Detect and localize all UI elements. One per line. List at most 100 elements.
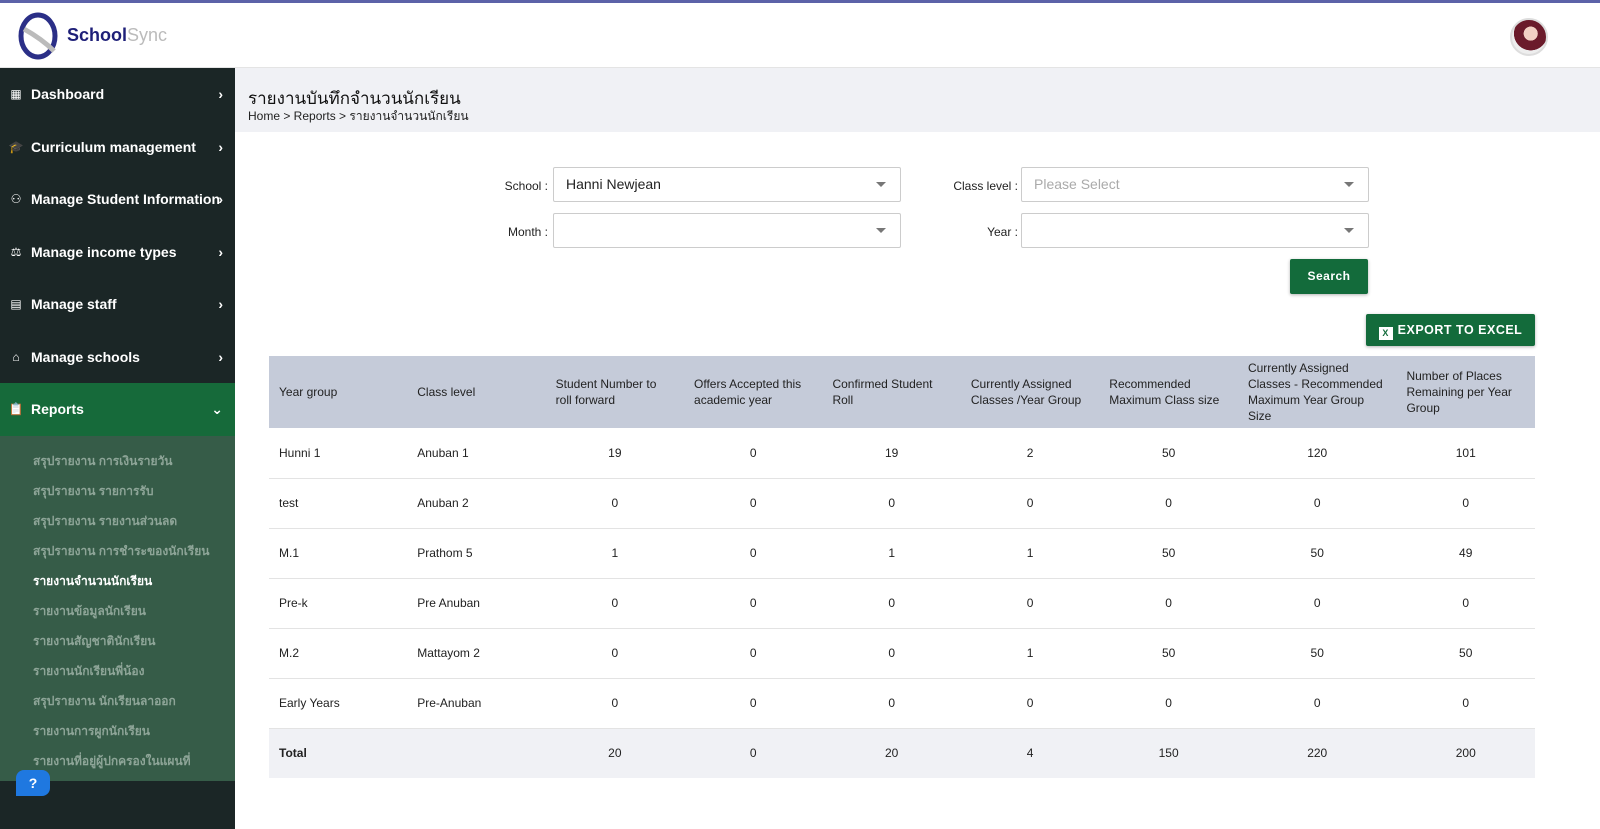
table-cell — [407, 728, 546, 778]
table-cell: 20 — [545, 728, 685, 778]
sidebar-item-label: Manage staff — [31, 296, 117, 313]
user-avatar[interactable] — [1510, 18, 1548, 56]
table-cell: Pre Anuban — [407, 578, 546, 629]
table-cell: Pre-k — [269, 578, 408, 629]
chevron-down-icon — [1344, 228, 1354, 233]
staff-icon: ▤ — [10, 297, 22, 312]
submenu-item[interactable]: รายงานข้อมูลนักเรียน — [0, 596, 235, 626]
submenu-item[interactable]: สรุปรายงาน รายงานส่วนลด — [0, 506, 235, 536]
submenu-item[interactable]: สรุปรายงาน นักเรียนลาออก — [0, 686, 235, 716]
year-label: Year : — [987, 225, 1018, 239]
school-label: School : — [504, 179, 548, 193]
table-cell: 0 — [1237, 478, 1397, 529]
table-cell: Mattayom 2 — [407, 628, 546, 679]
table-cell: Total — [269, 728, 408, 778]
table-cell: 0 — [684, 528, 823, 579]
table-cell: 50 — [1237, 628, 1397, 679]
sidebar-item-dashboard[interactable]: ▦ Dashboard › — [0, 68, 235, 121]
total-row: Total 20 0 20 4 150 220 200 — [269, 728, 1535, 778]
table-cell: 0 — [822, 478, 961, 529]
table-cell: 220 — [1237, 728, 1397, 778]
school-select[interactable]: Hanni Newjean — [553, 167, 901, 202]
table-cell: 50 — [1099, 628, 1238, 679]
sidebar-item-manage-schools[interactable]: ⌂ Manage schools › — [0, 331, 235, 384]
breadcrumb[interactable]: Home > Reports > รายงานจำนวนนักเรียน — [248, 107, 469, 126]
table-cell: 1 — [960, 628, 1100, 679]
table-cell: M.2 — [269, 628, 408, 679]
table-cell: 0 — [960, 478, 1100, 529]
table-cell: 0 — [684, 428, 823, 479]
chevron-right-icon: › — [218, 191, 223, 208]
table-cell: 0 — [1237, 578, 1397, 629]
table-cell: 50 — [1099, 428, 1238, 479]
table-cell: 0 — [545, 678, 685, 729]
table-cell: Hunni 1 — [269, 428, 408, 479]
year-select[interactable] — [1021, 213, 1369, 248]
school-icon: ⌂ — [12, 349, 20, 364]
column-header: Student Number to roll forward — [545, 356, 685, 428]
table-cell: 0 — [1396, 678, 1535, 729]
brand-name: SchoolSync — [67, 25, 168, 45]
table-cell: 20 — [822, 728, 961, 778]
table-cell: 0 — [822, 578, 961, 629]
page-header: รายงานบันทึกจำนวนนักเรียน Home > Reports… — [235, 68, 1600, 132]
export-excel-button[interactable]: X EXPORT TO EXCEL — [1366, 314, 1535, 346]
table-cell: 19 — [822, 428, 961, 479]
submenu-item[interactable]: รายงานนักเรียนพี่น้อง — [0, 656, 235, 686]
sidebar-item-reports[interactable]: 📋 Reports ⌄ — [0, 383, 235, 436]
table-cell: 2 — [960, 428, 1100, 479]
table-cell: 1 — [960, 528, 1100, 579]
table-cell: 0 — [545, 578, 685, 629]
sidebar-item-curriculum-management[interactable]: 🎓 Curriculum management › — [0, 121, 235, 174]
column-header: Number of Places Remaining per Year Grou… — [1396, 356, 1535, 428]
table-cell: 0 — [684, 478, 823, 529]
table-cell: 50 — [1237, 528, 1397, 579]
table-cell: 0 — [1099, 478, 1238, 529]
column-header: Year group — [269, 356, 408, 428]
table-cell: 0 — [684, 728, 823, 778]
table-cell: 0 — [545, 478, 685, 529]
table-cell: Prathom 5 — [407, 528, 546, 579]
table-cell: 150 — [1099, 728, 1238, 778]
month-select[interactable] — [553, 213, 901, 248]
class-level-select[interactable]: Please Select — [1021, 167, 1369, 202]
table-cell: Pre-Anuban — [407, 678, 546, 729]
table-cell: 0 — [1237, 678, 1397, 729]
column-header: Recommended Maximum Class size — [1099, 356, 1238, 428]
submenu-item[interactable]: สรุปรายงาน รายการรับ — [0, 476, 235, 506]
table-cell: 19 — [545, 428, 685, 479]
chevron-right-icon: › — [218, 348, 223, 365]
chevron-right-icon: › — [218, 243, 223, 260]
table-cell: 1 — [822, 528, 961, 579]
table-cell: 0 — [960, 578, 1100, 629]
table-row: Early Years Pre-Anuban 0 0 0 0 0 0 0 — [269, 678, 1535, 729]
reports-submenu: สรุปรายงาน การเงินรายวัน สรุปรายงาน รายกา… — [0, 435, 235, 781]
table-cell: 50 — [1099, 528, 1238, 579]
sidebar-item-manage-staff[interactable]: ▤ Manage staff › — [0, 278, 235, 331]
sidebar-item-label: Manage income types — [31, 243, 177, 260]
table-cell: 0 — [822, 628, 961, 679]
table-cell: Anuban 1 — [407, 428, 546, 479]
table-cell: 200 — [1396, 728, 1535, 778]
submenu-item[interactable]: รายงานจำนวนนักเรียน — [0, 566, 235, 596]
table-cell: 0 — [960, 678, 1100, 729]
table-cell: test — [269, 478, 408, 529]
sidebar-item-label: Reports — [31, 401, 84, 418]
search-button[interactable]: Search — [1290, 259, 1368, 294]
chevron-right-icon: › — [218, 296, 223, 313]
chevron-down-icon: ⌄ — [211, 400, 223, 417]
submenu-item[interactable]: รายงานการผูกนักเรียน — [0, 716, 235, 746]
table-row: test Anuban 20000000 — [269, 478, 1535, 529]
table-cell: 0 — [684, 678, 823, 729]
submenu-item[interactable]: สรุปรายงาน การชำระของนักเรียน — [0, 536, 235, 566]
help-button[interactable]: ? — [16, 770, 50, 796]
top-header: SchoolSync — [0, 0, 1600, 68]
submenu-item[interactable]: สรุปรายงาน การเงินรายวัน — [0, 446, 235, 476]
sidebar-item-label: Manage schools — [31, 348, 140, 365]
sidebar-item-manage-student-information[interactable]: ⚇ Manage Student Information › — [0, 173, 235, 226]
sidebar-item-manage-income-types[interactable]: ⚖ Manage income types › — [0, 226, 235, 279]
student-icon: ⚇ — [10, 192, 22, 207]
table-cell: 0 — [1396, 478, 1535, 529]
submenu-item[interactable]: รายงานสัญชาตินักเรียน — [0, 626, 235, 656]
table-row: Hunni 1 Anuban 1 19 0 19 2 50 120 101 — [269, 428, 1535, 479]
